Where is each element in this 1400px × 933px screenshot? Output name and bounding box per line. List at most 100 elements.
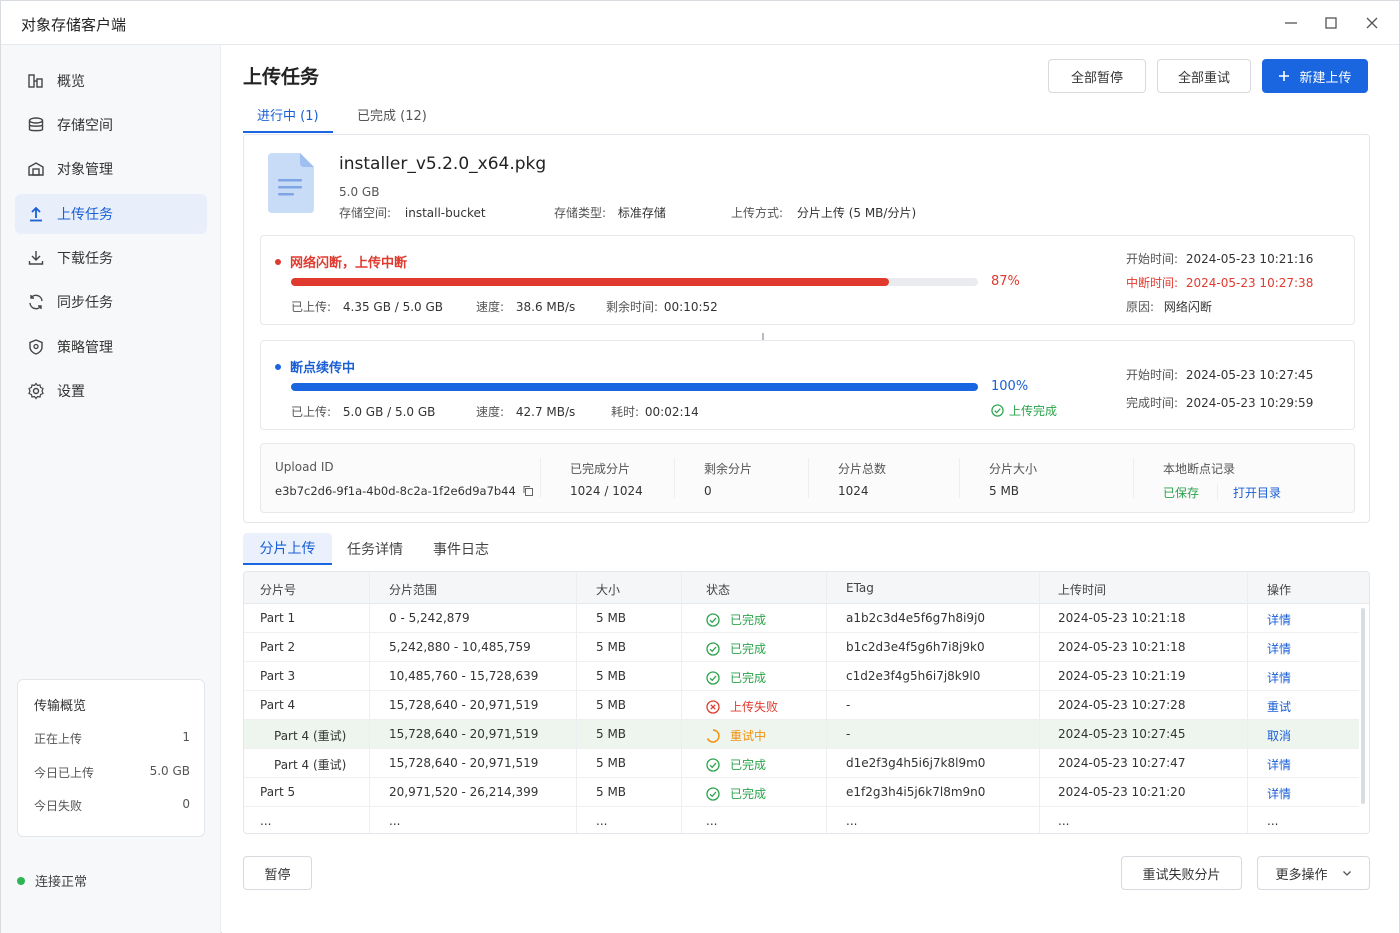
table-row: Part 5 20,971,520 - 26,214,399 5 MB 已完成 e1f2… bbox=[244, 778, 1359, 807]
resumed-progress-fill bbox=[291, 383, 978, 391]
close-button[interactable] bbox=[1357, 11, 1387, 35]
checkpoint-saved: 已保存 bbox=[1163, 486, 1200, 500]
sidebar-item-upload[interactable]: 上传任务 bbox=[15, 194, 207, 234]
pause-all-button[interactable]: 全部暂停 bbox=[1048, 59, 1146, 93]
overview-value: 1 bbox=[182, 730, 190, 744]
connection-label: 连接正常 bbox=[35, 875, 88, 890]
info-value: 2024-05-23 10:27:45 bbox=[1185, 368, 1314, 382]
policy-icon bbox=[29, 339, 43, 355]
table-cell-status: 已完成 bbox=[706, 785, 766, 802]
subtab-part-upload[interactable]: 分片上传 bbox=[243, 533, 332, 565]
tab-completed[interactable]: 已完成 (12) bbox=[357, 105, 427, 124]
storage-type-info: 存储类型: 标准存储 bbox=[554, 204, 666, 221]
upload-icon bbox=[30, 206, 42, 222]
table-row: Part 1 0 - 5,242,879 5 MB 已完成 a1b2c3d4e5f6g7… bbox=[244, 604, 1359, 633]
column-divider bbox=[369, 572, 370, 833]
check-circle-icon bbox=[706, 641, 720, 656]
status-text: 上传失败 bbox=[730, 700, 779, 714]
table-cell-time: 2024-05-23 10:27:28 bbox=[1058, 698, 1186, 712]
minimize-button[interactable] bbox=[1276, 11, 1306, 35]
more-actions-button[interactable]: 更多操作 bbox=[1257, 856, 1370, 890]
open-directory-link[interactable]: 打开目录 bbox=[1233, 484, 1281, 501]
table-cell-time: 2024-05-23 10:21:18 bbox=[1058, 611, 1186, 625]
resumed-progress-bar bbox=[291, 383, 978, 391]
remaining-parts-value: 0 bbox=[704, 484, 712, 498]
sidebar-item-sync[interactable]: 同步任务 bbox=[15, 282, 207, 322]
sidebar-item-overview[interactable]: 概览 bbox=[15, 61, 207, 101]
interrupted-start-time: 开始时间: 2024-05-23 10:21:16 bbox=[1126, 250, 1313, 267]
sidebar-item-settings[interactable]: 设置 bbox=[15, 371, 207, 411]
table-cell-size: ... bbox=[596, 814, 608, 828]
copy-icon[interactable] bbox=[522, 485, 534, 497]
status-text: 已完成 bbox=[730, 642, 767, 656]
info-value: 38.6 MB/s bbox=[515, 300, 576, 314]
info-label: 耗时: bbox=[611, 405, 640, 419]
chevron-down-icon bbox=[1342, 871, 1351, 876]
file-icon bbox=[268, 153, 314, 213]
info-value: 2024-05-23 10:21:16 bbox=[1185, 252, 1314, 266]
table-scrollbar[interactable] bbox=[1361, 608, 1365, 804]
checkpoint-label: 本地断点记录 bbox=[1163, 462, 1236, 476]
error-dot-icon bbox=[275, 258, 281, 265]
resumed-uploaded: 已上传: 5.0 GB / 5.0 GB bbox=[291, 403, 435, 420]
sidebar-item-objects[interactable]: 对象管理 bbox=[15, 149, 207, 189]
bucket-info: 存储空间: install-bucket bbox=[339, 204, 486, 221]
column-divider bbox=[1039, 572, 1040, 833]
table-cell-action[interactable]: 重试 bbox=[1267, 698, 1291, 715]
title-bar: 对象存储客户端 bbox=[1, 1, 1399, 45]
interrupted-uploaded: 已上传: 4.35 GB / 5.0 GB bbox=[291, 298, 443, 315]
sidebar-item-storage[interactable]: 存储空间 bbox=[15, 105, 207, 145]
pause-button[interactable]: 暂停 bbox=[243, 856, 312, 890]
table-cell-status: 已完成 bbox=[706, 611, 766, 628]
sidebar-item-label: 上传任务 bbox=[57, 207, 113, 223]
overview-icon bbox=[28, 74, 43, 88]
column-divider bbox=[681, 572, 682, 833]
table-cell-action[interactable]: 详情 bbox=[1267, 611, 1291, 628]
table-header: 分片号 分片范围 大小 状态 ETag 上传时间 操作 bbox=[244, 572, 1369, 604]
storage-icon bbox=[28, 117, 44, 132]
table-cell-action[interactable]: 详情 bbox=[1267, 669, 1291, 686]
table-cell-action[interactable]: 详情 bbox=[1267, 756, 1291, 773]
info-value: 5.0 GB / 5.0 GB bbox=[342, 405, 436, 419]
table-cell-action[interactable]: 取消 bbox=[1267, 727, 1291, 744]
more-actions-label: 更多操作 bbox=[1275, 867, 1328, 883]
interrupted-status-title: 网络闪断，上传中断 bbox=[275, 252, 407, 271]
sidebar-item-download[interactable]: 下载任务 bbox=[15, 238, 207, 278]
upload-mode-label: 上传方式: bbox=[731, 206, 784, 220]
overview-row: 今日失败 0 bbox=[34, 797, 190, 814]
info-value: 42.7 MB/s bbox=[515, 405, 576, 419]
retry-all-button[interactable]: 全部重试 bbox=[1157, 59, 1251, 93]
resumed-status-title: 断点续传中 bbox=[275, 357, 355, 376]
minimize-icon bbox=[1285, 22, 1297, 24]
table-cell-action[interactable]: 详情 bbox=[1267, 640, 1291, 657]
check-circle-icon bbox=[706, 612, 720, 627]
bucket-value: install-bucket bbox=[404, 206, 486, 220]
total-parts-value: 1024 bbox=[838, 484, 869, 498]
subtab-event-log[interactable]: 事件日志 bbox=[421, 533, 501, 565]
maximize-button[interactable] bbox=[1316, 11, 1346, 35]
main-content: 上传任务 全部暂停 全部重试 新建上传 进行中 (1) 已完成 (12) ins… bbox=[222, 45, 1399, 933]
sidebar-item-label: 对象管理 bbox=[57, 162, 113, 178]
gear-icon bbox=[28, 382, 44, 400]
new-upload-button[interactable]: 新建上传 bbox=[1262, 59, 1368, 93]
active-tab-indicator bbox=[243, 131, 333, 133]
tab-in-progress[interactable]: 进行中 (1) bbox=[257, 105, 319, 124]
sidebar-item-policy[interactable]: 策略管理 bbox=[15, 327, 207, 367]
retry-failed-parts-button[interactable]: 重试失败分片 bbox=[1121, 856, 1242, 890]
sidebar-item-label: 设置 bbox=[57, 384, 85, 400]
table-cell-size: 5 MB bbox=[596, 669, 627, 683]
sidebar-item-label: 策略管理 bbox=[57, 340, 113, 356]
column-header: 操作 bbox=[1267, 583, 1292, 597]
table-cell-time: 2024-05-23 10:27:45 bbox=[1058, 727, 1186, 741]
resumed-title-text: 断点续传中 bbox=[290, 361, 356, 376]
table-cell-action[interactable]: 详情 bbox=[1267, 785, 1291, 802]
info-value: 00:02:14 bbox=[644, 405, 699, 419]
subtab-task-details[interactable]: 任务详情 bbox=[335, 533, 415, 565]
resumed-finish-time: 完成时间: 2024-05-23 10:29:59 bbox=[1126, 394, 1313, 411]
status-text: 已完成 bbox=[730, 787, 767, 801]
sidebar-item-label: 同步任务 bbox=[57, 295, 113, 311]
table-cell-time: ... bbox=[1058, 814, 1070, 828]
overview-value: 5.0 GB bbox=[149, 764, 190, 778]
table-cell-part: Part 4 (重试) bbox=[274, 758, 347, 772]
column-header: 分片范围 bbox=[389, 583, 438, 597]
